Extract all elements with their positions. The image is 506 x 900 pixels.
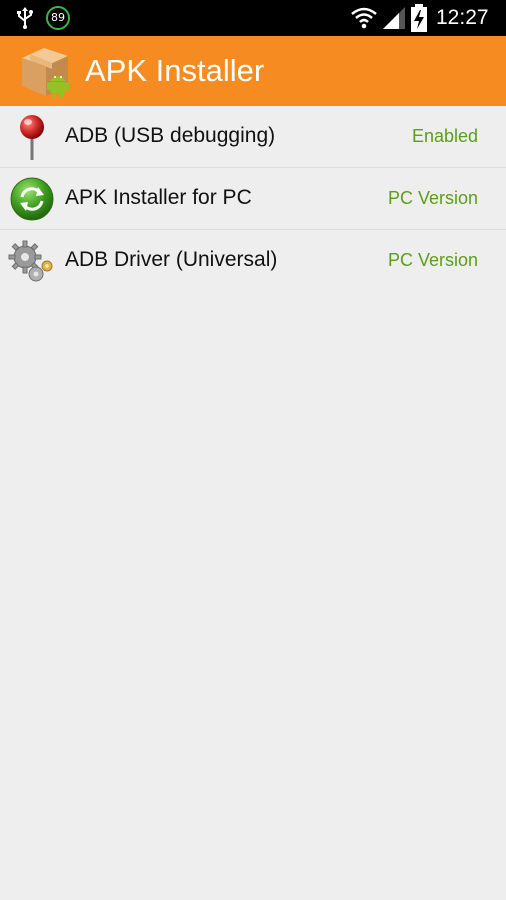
gears-icon [8,240,53,282]
refresh-icon [10,177,54,221]
signal-icon [383,7,405,29]
status-clock: 12:27 [436,6,489,29]
item-label: APK Installer for PC [65,186,252,209]
list-item-apk-installer-for-pc[interactable]: APK Installer for PC PC Version [0,168,506,230]
apk-box-icon[interactable] [18,44,72,100]
usb-icon [17,7,33,29]
app-title: APK Installer [85,53,265,88]
item-status: PC Version [387,188,478,208]
item-label: ADB (USB debugging) [65,124,276,147]
list-item-adb-driver-universal[interactable]: ADB Driver (Universal) PC Version [0,230,506,292]
action-bar: APK Installer [0,36,506,106]
wifi-icon [351,7,377,29]
status-bar: 89 12:27 [0,0,506,36]
battery-charging-icon [411,4,427,32]
item-label: ADB Driver (Universal) [65,248,278,271]
list-item-adb-usb-debugging[interactable]: ADB (USB debugging) Enabled [0,106,506,168]
item-status: PC Version [387,250,478,270]
options-list: ADB (USB debugging) Enabled APK Installe… [0,106,506,292]
battery-level-badge: 89 [46,6,70,30]
pushpin-icon [20,115,44,160]
item-status: Enabled [411,126,478,146]
screen: 89 12:27 APK Installer ADB (USB debuggin… [0,0,506,900]
